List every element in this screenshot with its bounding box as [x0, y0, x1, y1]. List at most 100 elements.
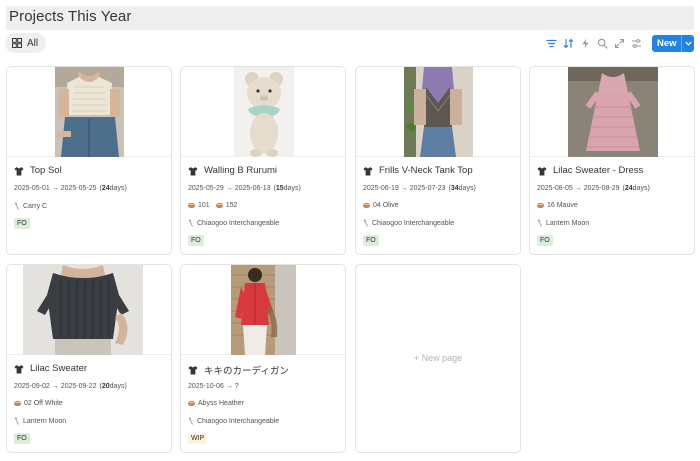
- card-yarns: Abyss Heather: [188, 400, 244, 407]
- card-dates: 2025-08-05 → 2025-08-29 (24 days): [537, 185, 650, 192]
- needle-icon: [188, 417, 193, 425]
- shirt-icon: [14, 166, 24, 175]
- shirt-icon: [188, 366, 198, 375]
- card-title: キキのカーディガン: [188, 363, 289, 377]
- card-dates: 2025-05-01 → 2025-05-25 (24 days): [14, 185, 127, 192]
- duration-unit: days): [632, 185, 650, 192]
- card-needles: Chiaogoo Interchangeable: [363, 219, 454, 227]
- date-range: 2025-08-05 → 2025-08-29: [537, 185, 620, 192]
- project-photo-image: [55, 67, 124, 157]
- view-settings-button[interactable]: [628, 35, 645, 52]
- sort-icon: [563, 38, 574, 49]
- card-needles: Chiaogoo Interchangeable: [188, 417, 279, 425]
- new-button-label: New: [657, 38, 677, 49]
- date-range: 2025-10-06 → ?: [188, 383, 239, 390]
- project-photo-image: [23, 265, 143, 355]
- new-button-dropdown[interactable]: [682, 40, 694, 47]
- duration-value: 24: [624, 185, 633, 192]
- yarn-icon: [363, 203, 370, 208]
- card-title: Frills V-Neck Tank Top: [363, 165, 473, 176]
- needle-icon: [537, 219, 542, 227]
- card-needles: Chiaogoo Interchangeable: [188, 219, 279, 227]
- card-title-text: Lilac Sweater: [30, 363, 88, 374]
- status-badge: FO: [14, 218, 30, 229]
- card-dates: 2025-09-02 → 2025-09-22 (20 days): [14, 383, 127, 390]
- search-icon: [597, 38, 608, 49]
- needle-icon: [14, 202, 19, 210]
- new-page-card[interactable]: + New page: [355, 264, 521, 453]
- new-button[interactable]: New: [652, 35, 694, 52]
- duration-value: 15: [275, 185, 284, 192]
- needle-name: Lantern Moon: [23, 417, 67, 425]
- card-yarns: 16 Mauve: [537, 202, 578, 209]
- card-yarns: 02 Off White: [14, 400, 63, 407]
- gallery-card[interactable]: Lilac Sweater - Dress 2025-08-05 → 2025-…: [529, 66, 695, 255]
- project-photo-image: [231, 265, 296, 355]
- project-photo: [234, 67, 294, 157]
- filter-icon: [546, 39, 557, 48]
- card-cover: [7, 265, 171, 355]
- duration-unit: days): [283, 185, 301, 192]
- card-dates: 2025-05-29 → 2025-06-13 (15 days): [188, 185, 301, 192]
- card-needles: Lantern Moon: [537, 219, 589, 227]
- view-tab-all[interactable]: All: [5, 33, 46, 53]
- card-title-text: Walling B Rurumi: [204, 165, 278, 176]
- shirt-icon: [537, 166, 547, 175]
- yarn-name: 02 Off White: [24, 400, 63, 407]
- project-photo-image: [234, 67, 294, 157]
- gallery-card[interactable]: Walling B Rurumi 2025-05-29 → 2025-06-13…: [180, 66, 346, 255]
- date-range: 2025-05-29 → 2025-06-13: [188, 185, 271, 192]
- duration-value: 34: [450, 185, 459, 192]
- project-photo: [23, 265, 143, 355]
- sort-button[interactable]: [560, 35, 577, 52]
- gallery-grid-icon: [12, 38, 22, 48]
- duration-unit: days): [458, 185, 476, 192]
- page-title: Projects This Year: [9, 8, 132, 25]
- yarn-icon: [14, 401, 21, 406]
- yarn-name: 152: [225, 202, 238, 209]
- status-badge: FO: [14, 433, 30, 444]
- needle-name: Chiaogoo Interchangeable: [372, 219, 455, 227]
- status-badge: FO: [537, 235, 553, 246]
- needle-name: Chiaogoo Interchangeable: [197, 219, 280, 227]
- gallery-card[interactable]: Frills V-Neck Tank Top 2025-06-19 → 2025…: [355, 66, 521, 255]
- needle-name: Carry C: [23, 202, 48, 210]
- duration-value: 24: [101, 185, 110, 192]
- yarn-name: 16 Mauve: [547, 202, 578, 209]
- chevron-down-icon: [684, 41, 692, 46]
- card-cover: [356, 67, 520, 157]
- card-cover: [181, 265, 345, 355]
- yarn-name: 04 Olive: [373, 202, 399, 209]
- card-title-text: Frills V-Neck Tank Top: [379, 165, 473, 176]
- card-title: Lilac Sweater - Dress: [537, 165, 643, 176]
- search-button[interactable]: [594, 35, 611, 52]
- shirt-icon: [14, 364, 24, 373]
- expand-button[interactable]: [611, 35, 628, 52]
- new-page-label: + New page: [413, 353, 463, 363]
- needle-icon: [188, 219, 193, 227]
- project-photo-image: [404, 67, 473, 157]
- gallery-card[interactable]: Top Sol 2025-05-01 → 2025-05-25 (24 days…: [6, 66, 172, 255]
- project-photo: [404, 67, 473, 157]
- shirt-icon: [363, 166, 373, 175]
- yarn-icon: [188, 203, 195, 208]
- card-dates: 2025-06-19 → 2025-07-23 (34 days): [363, 185, 476, 192]
- shirt-icon: [188, 166, 198, 175]
- card-cover: [530, 67, 694, 157]
- status-badge: FO: [363, 235, 379, 246]
- database-toolbar: New: [543, 35, 694, 52]
- filter-button[interactable]: [543, 35, 560, 52]
- gallery-card[interactable]: Lilac Sweater 2025-09-02 → 2025-09-22 (2…: [6, 264, 172, 453]
- yarn-name: 101: [198, 202, 210, 209]
- card-title-text: Top Sol: [30, 165, 62, 176]
- yarn-name: Abyss Heather: [198, 400, 244, 407]
- automation-button[interactable]: [577, 35, 594, 52]
- yarn-icon: [188, 401, 195, 406]
- card-needles: Lantern Moon: [14, 417, 66, 425]
- lightning-icon: [582, 38, 589, 49]
- page-header: Projects This Year: [6, 6, 694, 30]
- gallery-card[interactable]: キキのカーディガン 2025-10-06 → ? Abyss Heather C…: [180, 264, 346, 453]
- expand-icon: [614, 38, 625, 49]
- duration-unit: days): [109, 383, 127, 390]
- status-badge: WIP: [188, 433, 208, 444]
